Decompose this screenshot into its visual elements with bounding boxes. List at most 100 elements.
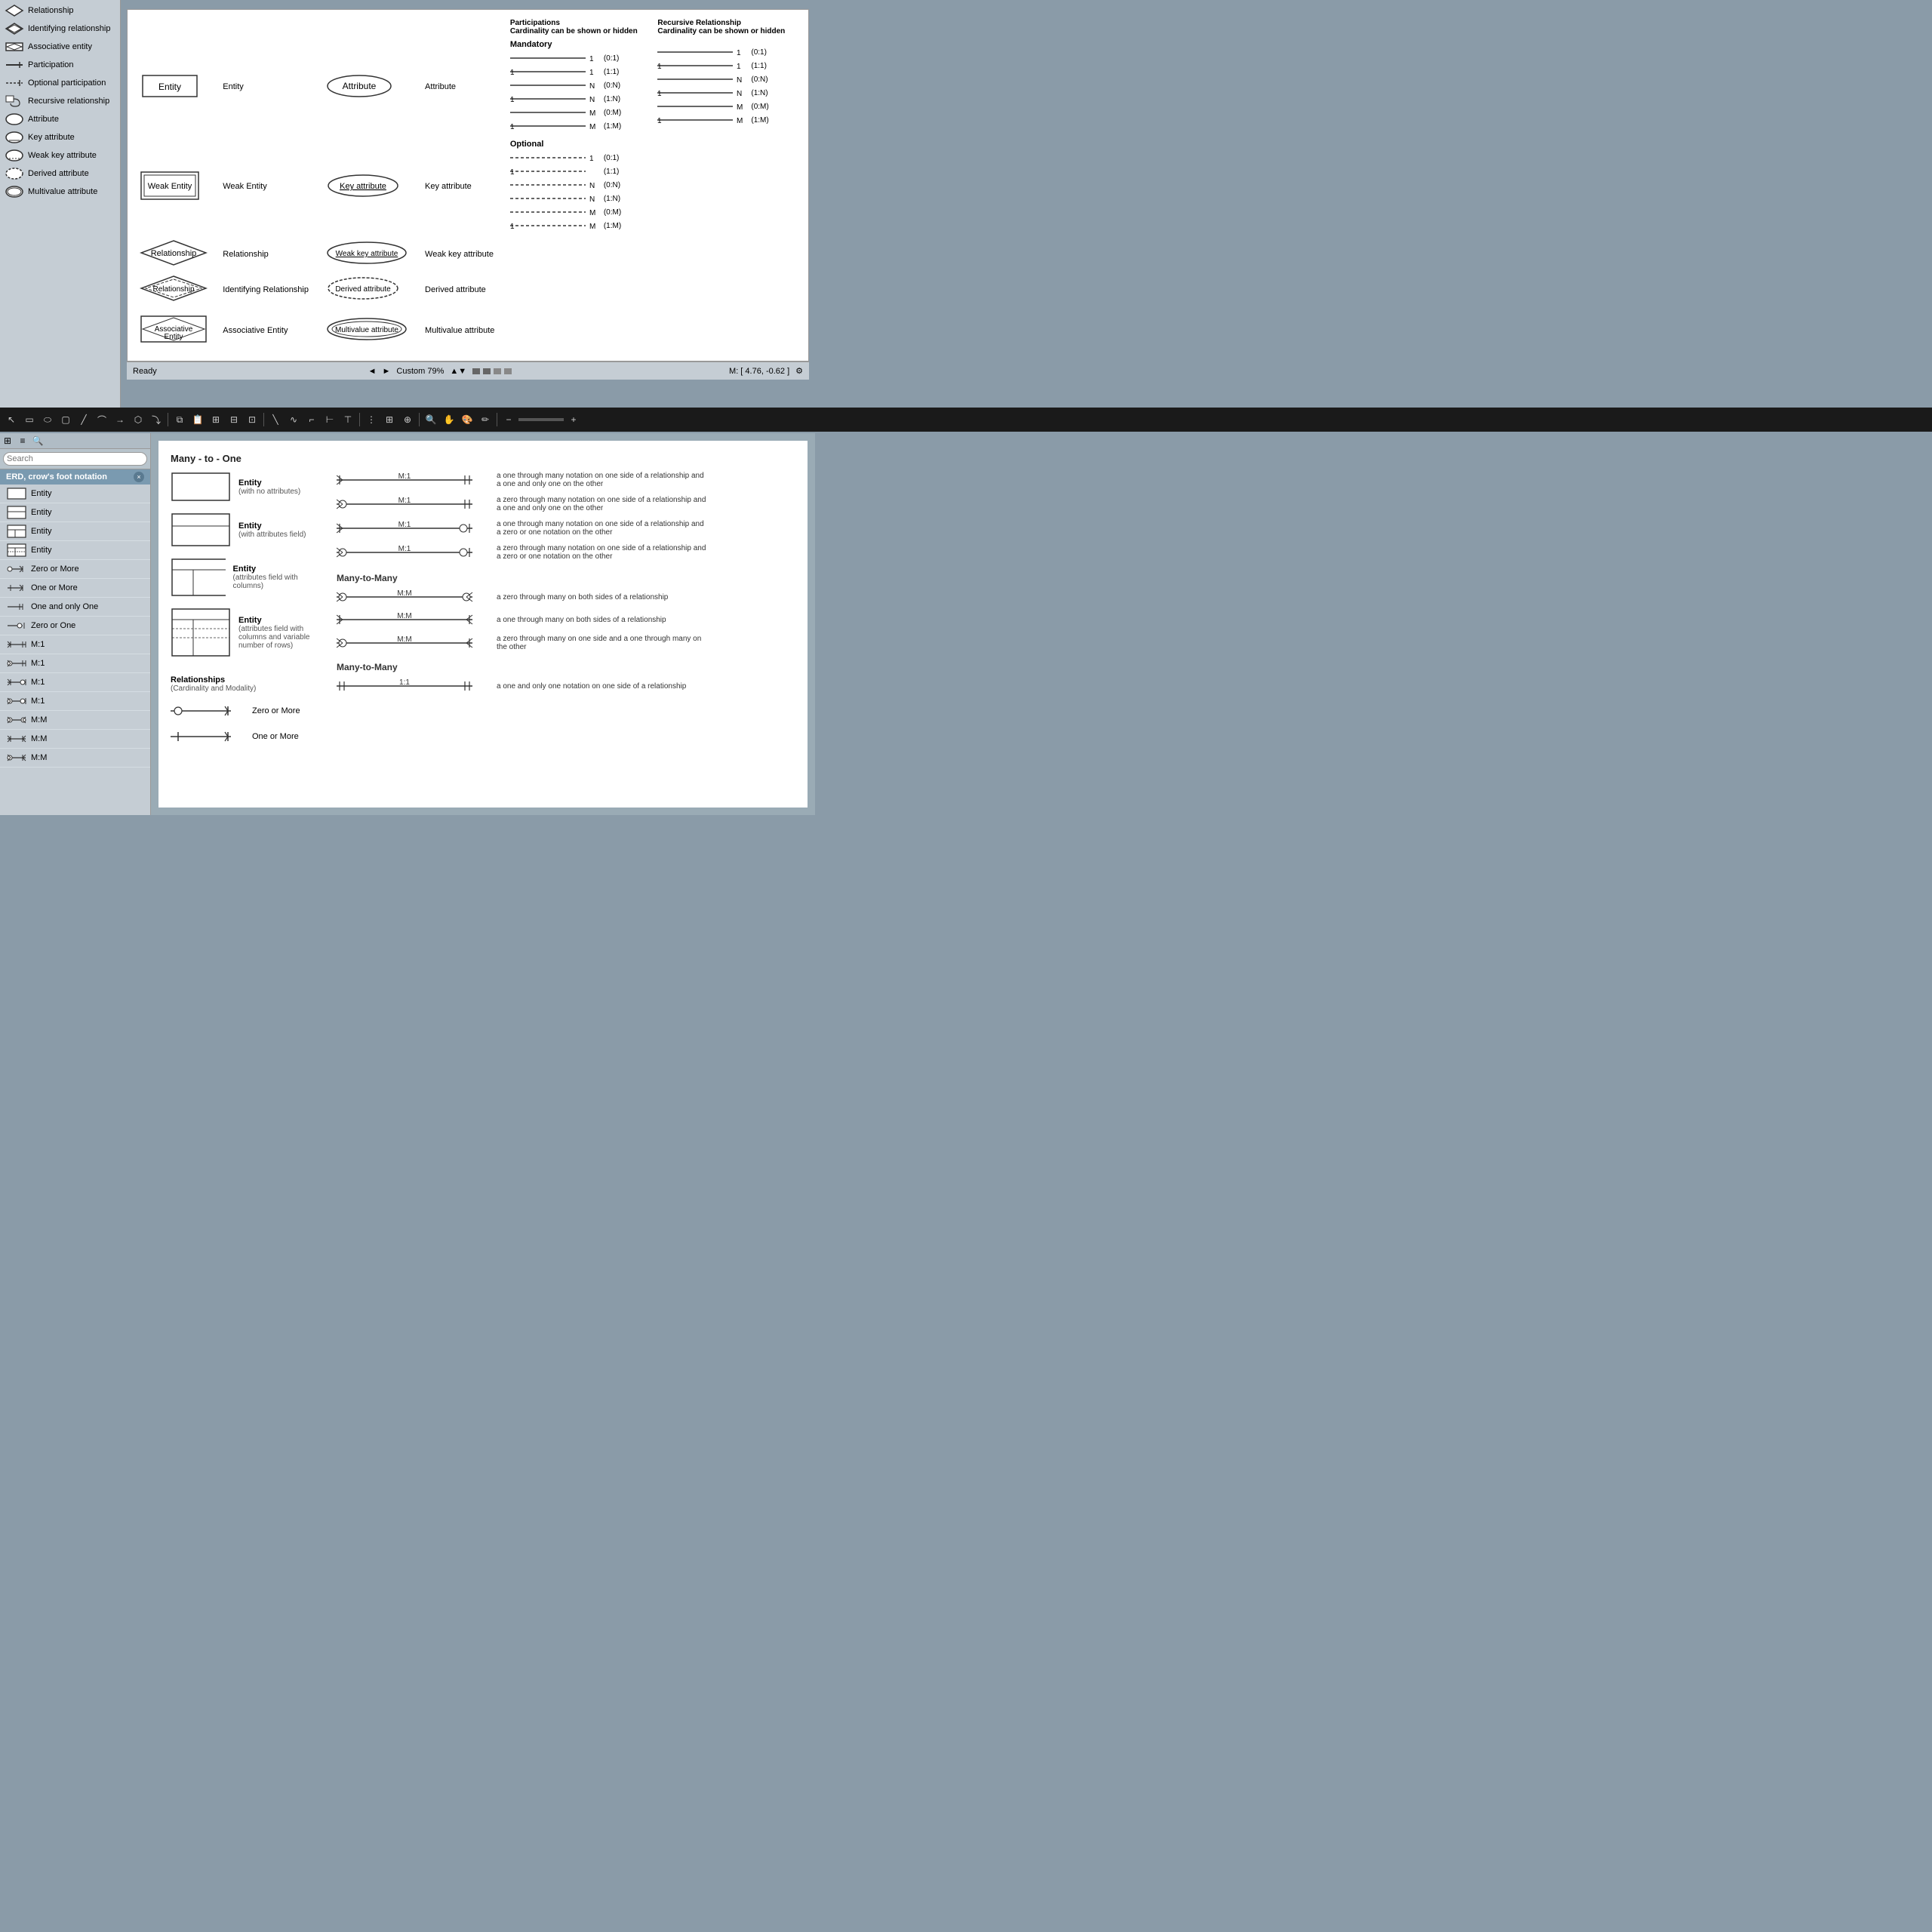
sidebar-item-zero-or-more[interactable]: Zero or More bbox=[0, 560, 150, 579]
curve-tool[interactable]: ⌒ bbox=[94, 411, 110, 428]
page-nav-next[interactable]: ► bbox=[383, 367, 391, 376]
sidebar-item-mm-3[interactable]: M:M bbox=[0, 749, 150, 768]
sidebar-item-m1-1[interactable]: M:1 bbox=[0, 635, 150, 654]
m1-2-icon bbox=[6, 656, 27, 671]
sidebar-item-associative[interactable]: Associative entity bbox=[0, 38, 120, 56]
svg-text:M:M: M:M bbox=[397, 612, 411, 620]
search-input[interactable] bbox=[3, 452, 147, 466]
sidebar-item-m1-4[interactable]: M:1 bbox=[0, 692, 150, 711]
recursive-rel-icon bbox=[5, 94, 24, 108]
sidebar-item-weak-key[interactable]: Weak key attribute bbox=[0, 146, 120, 165]
zero-or-more-icon bbox=[6, 561, 27, 577]
zoom-controls: − + bbox=[500, 411, 582, 428]
optional-0n-line: N bbox=[510, 179, 601, 191]
page-size-stepper[interactable]: ▲▼ bbox=[450, 367, 466, 376]
sidebar-label-relationship: Relationship bbox=[28, 6, 74, 15]
zoom-slider[interactable] bbox=[518, 418, 564, 421]
settings-icon[interactable]: ⚙ bbox=[795, 366, 803, 376]
select-tool[interactable]: ↖ bbox=[3, 411, 20, 428]
pen-tool[interactable]: ✏ bbox=[477, 411, 494, 428]
col-entity-header bbox=[135, 17, 321, 37]
zoom-in-button[interactable]: + bbox=[565, 411, 582, 428]
svg-text:M:1: M:1 bbox=[398, 521, 411, 529]
page-nav-prev[interactable]: ◄ bbox=[368, 367, 377, 376]
paint-tool[interactable]: 🎨 bbox=[459, 411, 475, 428]
m1-row-1: M:1 a one through many notation on one s… bbox=[337, 472, 795, 488]
zoom-out-button[interactable]: − bbox=[500, 411, 517, 428]
sidebar-item-identifying-rel[interactable]: Identifying relationship bbox=[0, 20, 120, 38]
mm-desc-2: a one through many on both sides of a re… bbox=[497, 616, 666, 624]
sidebar-item-one-and-only-one[interactable]: One and only One bbox=[0, 598, 150, 617]
m1-notation-1: M:1 bbox=[337, 472, 488, 488]
sidebar-item-key-attr[interactable]: Key attribute bbox=[0, 128, 120, 146]
sidebar-items-list: Entity Entity Entity bbox=[0, 485, 150, 815]
sidebar-item-one-or-more[interactable]: One or More bbox=[0, 579, 150, 598]
sidebar-item-m1-2[interactable]: M:1 bbox=[0, 654, 150, 673]
svg-text:M: M bbox=[589, 123, 595, 131]
svg-text:M: M bbox=[737, 117, 743, 125]
sidebar-label-attribute: Attribute bbox=[28, 115, 59, 124]
sidebar-item-derived-attr[interactable]: Derived attribute bbox=[0, 165, 120, 183]
sidebar-list-view[interactable]: ≡ bbox=[15, 433, 30, 448]
multivalue-label-cell: Multivalue attribute bbox=[420, 307, 506, 353]
notation-col-main: M:1 a one through many notation on one s… bbox=[337, 472, 795, 701]
connector-tool[interactable]: ⤵ bbox=[148, 411, 165, 428]
ungroup-tool[interactable]: ⊟ bbox=[226, 411, 242, 428]
rel-section-label: Relationships bbox=[171, 675, 321, 685]
copy-tool[interactable]: ⧉ bbox=[171, 411, 188, 428]
sidebar-item-participation[interactable]: Participation bbox=[0, 56, 120, 74]
sidebar-item-m1-3[interactable]: M:1 bbox=[0, 673, 150, 692]
sidebar-search-btn[interactable]: 🔍 bbox=[30, 433, 45, 448]
line-tool[interactable]: ╱ bbox=[75, 411, 92, 428]
legend-row-weak-entity: Weak Entity Weak Entity Key attribute Ke… bbox=[135, 137, 801, 236]
m1-4-icon bbox=[6, 694, 27, 709]
ortho-tool[interactable]: ⌐ bbox=[303, 411, 320, 428]
layer-tool[interactable]: ⊡ bbox=[244, 411, 260, 428]
sidebar-item-entity-cols[interactable]: Entity bbox=[0, 522, 150, 541]
sidebar-item-multivalue-attr[interactable]: Multivalue attribute bbox=[0, 183, 120, 201]
search-box bbox=[0, 449, 150, 469]
snap-tool[interactable]: ⊕ bbox=[399, 411, 416, 428]
square-tool[interactable]: ▢ bbox=[57, 411, 74, 428]
sidebar-item-entity-varrows[interactable]: Entity bbox=[0, 541, 150, 560]
ellipse-tool[interactable]: ⬭ bbox=[39, 411, 56, 428]
sidebar-grid-view[interactable]: ⊞ bbox=[0, 433, 15, 448]
m1-desc-1: a one through many notation on one side … bbox=[497, 472, 708, 488]
align-tool[interactable]: ⊤ bbox=[340, 411, 356, 428]
group-tool[interactable]: ⊞ bbox=[208, 411, 224, 428]
bottom-section: ⊞ ≡ 🔍 ERD, crow's foot notation × Entity bbox=[0, 408, 815, 815]
grid-tool[interactable]: ⊞ bbox=[381, 411, 398, 428]
m1-notation-2: M:1 bbox=[337, 497, 488, 512]
mm-desc-3: a zero through many on one side and a on… bbox=[497, 635, 708, 651]
paste-tool[interactable]: 📋 bbox=[189, 411, 206, 428]
path-tool[interactable]: ╲ bbox=[267, 411, 284, 428]
sidebar-item-recursive-rel[interactable]: Recursive relationship bbox=[0, 92, 120, 110]
sidebar-item-optional-part[interactable]: Optional participation bbox=[0, 74, 120, 92]
sidebar-item-mm-1[interactable]: M:M bbox=[0, 711, 150, 730]
entity-entry-varrows: Entity (attributes field with columns an… bbox=[171, 608, 321, 657]
distribute-tool[interactable]: ⋮ bbox=[363, 411, 380, 428]
arrow-tool[interactable]: → bbox=[112, 411, 128, 428]
svg-text:M:1: M:1 bbox=[398, 545, 411, 553]
svg-text:1: 1 bbox=[657, 63, 662, 71]
poly-tool[interactable]: ⬡ bbox=[130, 411, 146, 428]
category-close-btn[interactable]: × bbox=[134, 472, 144, 482]
sidebar-item-attribute[interactable]: Attribute bbox=[0, 110, 120, 128]
sidebar-item-entity-attr[interactable]: Entity bbox=[0, 503, 150, 522]
hand-tool[interactable]: ✋ bbox=[441, 411, 457, 428]
rel-section: Relationships (Cardinality and Modality) bbox=[171, 675, 321, 693]
one-and-only-one-icon bbox=[6, 599, 27, 614]
mm-desc-1: a zero through many on both sides of a r… bbox=[497, 593, 668, 601]
sidebar-category: ERD, crow's foot notation × bbox=[0, 469, 150, 485]
sidebar-item-mm-2[interactable]: M:M bbox=[0, 730, 150, 749]
sidebar-item-entity-plain[interactable]: Entity bbox=[0, 485, 150, 503]
zoom-in-btn[interactable]: 🔍 bbox=[423, 411, 439, 428]
sidebar-label-identifying-rel: Identifying relationship bbox=[28, 24, 110, 33]
bezier-tool[interactable]: ∿ bbox=[285, 411, 302, 428]
rect-tool[interactable]: ▭ bbox=[21, 411, 38, 428]
svg-text:M: M bbox=[589, 109, 595, 118]
svg-text:Entity: Entity bbox=[164, 333, 183, 341]
branch-tool[interactable]: ⊢ bbox=[321, 411, 338, 428]
sidebar-item-zero-or-one[interactable]: Zero or One bbox=[0, 617, 150, 635]
sidebar-item-relationship[interactable]: Relationship bbox=[0, 2, 120, 20]
